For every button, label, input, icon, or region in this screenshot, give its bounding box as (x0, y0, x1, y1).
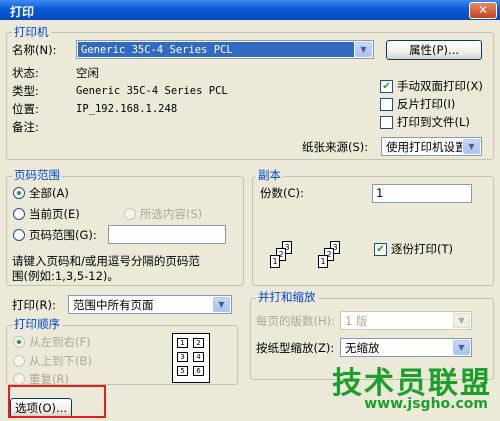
printer-group-label: 打印机 (12, 25, 51, 39)
comment-label: 备注: (12, 120, 39, 134)
range-pages-label: 页码范围(G): (29, 228, 97, 242)
status-label: 状态: (12, 66, 39, 80)
pages-per-sheet-select[interactable]: 1 版 ▼ (340, 311, 472, 330)
paper-source-value: 使用打印机设置 (386, 140, 462, 154)
properties-button[interactable]: 属性(P)... (386, 40, 482, 60)
close-button[interactable]: ✕ (469, 2, 497, 19)
paper-source-select[interactable]: 使用打印机设置 ▼ (381, 137, 482, 156)
location-label: 位置: (12, 102, 39, 116)
chevron-down-icon[interactable]: ▼ (463, 139, 480, 154)
range-current-label: 当前页(E) (29, 207, 80, 221)
order-cell: 4 (193, 352, 204, 362)
scale-label: 按纸型缩放(Z): (256, 341, 335, 355)
range-all-label: 全部(A) (29, 186, 69, 200)
stack-page: 1 (270, 255, 280, 268)
zoom-group-label: 并打和缩放 (256, 290, 318, 304)
watermark-url: www.jsgho.com (364, 396, 488, 412)
page-order-preview-icon: 1 2 3 4 5 6 (172, 333, 210, 383)
order-left-right-radio[interactable] (13, 336, 25, 348)
range-pages-input[interactable] (108, 225, 226, 244)
print-what-value: 范围中所有页面 (73, 298, 154, 312)
print-order-group-label: 打印顺序 (12, 317, 62, 331)
pages-per-sheet-label: 每页的版数(H): (256, 314, 335, 328)
order-cell: 1 (177, 338, 188, 348)
page-range-group-label: 页码范围 (12, 168, 62, 182)
print-what-label: 打印(R): (12, 298, 56, 312)
range-current-radio[interactable] (13, 208, 25, 220)
printer-name-value: Generic 35C-4 Series PCL (78, 42, 354, 57)
scale-select[interactable]: 无缩放 ▼ (340, 338, 472, 357)
paper-source-label: 纸张来源(S): (302, 140, 369, 154)
range-hint-line1: 请键入页码和/或用逗号分隔的页码范 (12, 254, 200, 268)
order-cell: 3 (177, 352, 188, 362)
print-what-select[interactable]: 范围中所有页面 ▼ (68, 295, 232, 314)
type-value: Generic 35C-4 Series PCL (76, 85, 228, 97)
chevron-down-icon[interactable]: ▼ (453, 313, 470, 328)
printer-name-label: 名称(N): (12, 43, 57, 57)
type-label: 类型: (12, 84, 39, 98)
range-hint-line2: 围(例如:1,3,5-12)。 (12, 269, 119, 283)
printer-name-select[interactable]: Generic 35C-4 Series PCL ▼ (76, 40, 374, 59)
chevron-down-icon[interactable]: ▼ (355, 42, 372, 57)
location-value: IP_192.168.1.248 (76, 103, 178, 115)
copies-group-label: 副本 (256, 168, 283, 182)
range-pages-radio[interactable] (13, 229, 25, 241)
manual-duplex-checkbox[interactable]: ✔ (380, 80, 393, 93)
order-top-bottom-radio[interactable] (13, 355, 25, 367)
chevron-down-icon[interactable]: ▼ (453, 340, 470, 355)
reverse-print-label: 反片打印(I) (397, 97, 456, 111)
pages-per-sheet-value: 1 版 (345, 314, 368, 328)
order-repeat-radio[interactable] (13, 373, 25, 385)
collate-label: 逐份打印(T) (391, 242, 453, 256)
order-repeat-label: 重复(R) (29, 372, 69, 386)
highlight-box (8, 385, 106, 418)
collate-checkbox[interactable]: ✔ (374, 243, 387, 256)
order-cell: 6 (193, 366, 204, 376)
print-to-file-checkbox[interactable] (380, 116, 393, 129)
print-to-file-label: 打印到文件(L) (397, 115, 470, 129)
reverse-print-checkbox[interactable] (380, 98, 393, 111)
order-left-right-label: 从左到右(F) (29, 335, 91, 349)
range-all-radio[interactable] (13, 187, 25, 199)
window-title: 打印 (0, 0, 500, 20)
status-value: 空闲 (76, 66, 99, 80)
order-top-bottom-label: 从上到下(B) (29, 354, 92, 368)
range-selection-label: 所选内容(S) (140, 207, 203, 221)
order-cell: 2 (193, 338, 204, 348)
scale-value: 无缩放 (345, 341, 380, 355)
copies-count-label: 份数(C): (260, 186, 304, 200)
chevron-down-icon[interactable]: ▼ (213, 297, 230, 312)
manual-duplex-label: 手动双面打印(X) (397, 79, 483, 93)
stack-page: 1 (318, 255, 328, 268)
range-selection-radio[interactable] (124, 208, 136, 220)
order-cell: 5 (177, 366, 188, 376)
copies-count-input[interactable]: 1 (372, 184, 472, 203)
